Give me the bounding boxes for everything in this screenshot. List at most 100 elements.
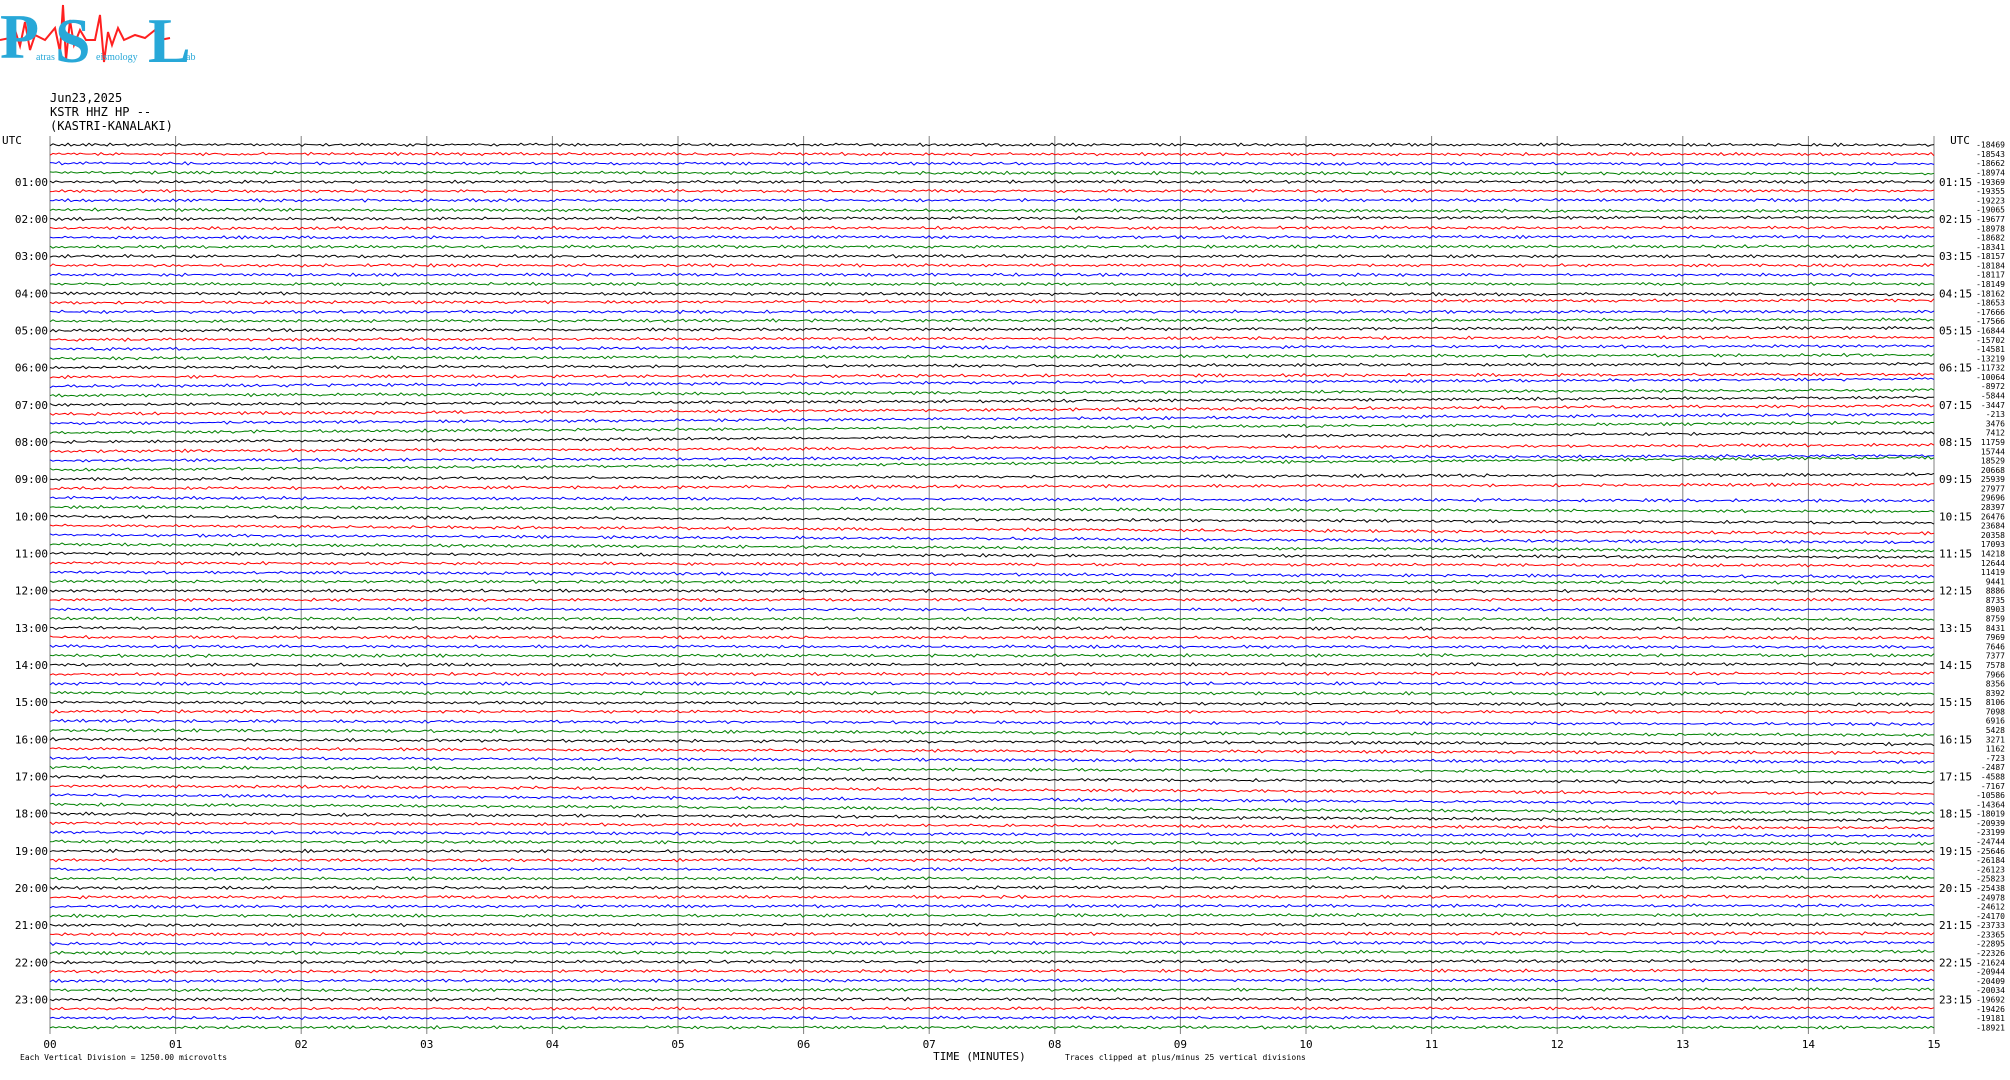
seismic-trace <box>49 514 1935 525</box>
seismic-trace <box>49 774 1935 785</box>
seismic-trace <box>49 597 1935 603</box>
trace-offset-label: 8356 <box>1986 680 2005 689</box>
seismic-trace <box>49 728 1935 738</box>
trace-offset-label: -23733 <box>1976 921 2005 930</box>
seismic-trace <box>49 968 1935 974</box>
seismic-trace <box>49 453 1935 463</box>
trace-offset-label: 8886 <box>1986 587 2005 596</box>
trace-offset-label: 11419 <box>1981 568 2005 577</box>
seismic-trace <box>49 839 1935 846</box>
seismic-trace <box>49 987 1935 993</box>
x-tick-label: 02 <box>295 1038 308 1051</box>
seismic-trace <box>49 848 1935 855</box>
trace-offset-label: -18662 <box>1976 159 2005 168</box>
x-tick-label: 13 <box>1676 1038 1689 1051</box>
trace-offset-label: 27977 <box>1981 484 2005 493</box>
trace-offset-label: -24744 <box>1976 838 2005 847</box>
trace-offset-label: -24170 <box>1976 912 2005 921</box>
trace-offset-label: -23365 <box>1976 930 2005 939</box>
trace-offset-label: -22326 <box>1976 949 2005 958</box>
seismic-trace <box>49 690 1935 696</box>
trace-offset-label: 18529 <box>1981 457 2005 466</box>
hour-label-right: 06:15 <box>1939 362 1972 375</box>
trace-offset-label: -25823 <box>1976 875 2005 884</box>
seismic-trace <box>49 309 1935 315</box>
trace-offset-label: -24612 <box>1976 903 2005 912</box>
trace-offset-label: -19692 <box>1976 995 2005 1004</box>
trace-offset-label: -5844 <box>1981 392 2005 401</box>
seismic-trace <box>49 903 1935 909</box>
seismic-trace <box>49 661 1935 668</box>
seismic-trace <box>49 281 1935 287</box>
seismic-trace <box>49 482 1935 491</box>
seismic-trace <box>49 377 1935 389</box>
seismic-trace <box>49 634 1935 641</box>
seismic-trace <box>49 875 1935 881</box>
x-tick-label: 03 <box>420 1038 433 1051</box>
x-tick-label: 06 <box>797 1038 810 1051</box>
trace-offset-label: 8431 <box>1986 624 2005 633</box>
trace-offset-label: -17566 <box>1976 317 2005 326</box>
trace-offset-label: -4588 <box>1981 772 2005 781</box>
hour-label-left: 11:00 <box>15 547 48 560</box>
seismic-trace <box>49 625 1935 631</box>
seismic-trace <box>49 372 1935 380</box>
hour-label-left: 14:00 <box>15 659 48 672</box>
seismic-trace <box>49 344 1935 352</box>
trace-offset-label: 20358 <box>1981 531 2005 540</box>
x-tick-label: 09 <box>1174 1038 1187 1051</box>
hour-label-right: 04:15 <box>1939 287 1972 300</box>
seismic-trace <box>49 244 1935 250</box>
trace-offset-label: 7966 <box>1986 670 2005 679</box>
trace-offset-label: 17093 <box>1981 540 2005 549</box>
seismic-trace <box>49 958 1935 965</box>
seismic-trace <box>49 412 1935 426</box>
trace-offset-label: -25438 <box>1976 884 2005 893</box>
seismic-trace <box>49 884 1935 891</box>
trace-offset-label: 7969 <box>1986 633 2005 642</box>
hour-label-left: 20:00 <box>15 882 48 895</box>
trace-offset-label: 1162 <box>1986 745 2005 754</box>
seismic-trace <box>49 765 1935 775</box>
trace-offset-label: -20409 <box>1976 977 2005 986</box>
trace-offset-label: 3476 <box>1986 419 2005 428</box>
seismic-trace <box>49 533 1935 545</box>
seismic-trace <box>49 894 1935 900</box>
trace-offset-label: 25939 <box>1981 475 2005 484</box>
hour-label-left: 23:00 <box>15 993 48 1006</box>
seismic-trace <box>49 160 1935 167</box>
trace-offset-label: -213 <box>1986 410 2005 419</box>
trace-offset-label: -2487 <box>1981 763 2005 772</box>
seismic-trace <box>49 225 1935 231</box>
trace-offset-label: -16844 <box>1976 326 2005 335</box>
seismic-trace <box>49 495 1935 503</box>
seismic-trace <box>49 542 1935 553</box>
x-tick-label: 05 <box>671 1038 684 1051</box>
trace-offset-label: -18653 <box>1976 299 2005 308</box>
hour-label-right: 19:15 <box>1939 845 1972 858</box>
trace-offset-label: -22895 <box>1976 940 2005 949</box>
trace-offset-label: -18149 <box>1976 280 2005 289</box>
trace-offset-label: -10064 <box>1976 373 2005 382</box>
seismic-trace <box>49 272 1935 278</box>
seismic-trace <box>49 504 1935 514</box>
hour-label-left: 04:00 <box>15 287 48 300</box>
trace-offset-label: -18019 <box>1976 810 2005 819</box>
seismic-trace <box>49 317 1935 324</box>
seismic-trace <box>49 455 1935 472</box>
trace-offset-label: -24978 <box>1976 893 2005 902</box>
trace-offset-label: -8972 <box>1981 382 2005 391</box>
hour-label-right: 22:15 <box>1939 956 1972 969</box>
hour-label-right: 23:15 <box>1939 993 1972 1006</box>
trace-offset-label: -14581 <box>1976 345 2005 354</box>
trace-offset-label: 3271 <box>1986 735 2005 744</box>
trace-offset-label: 7412 <box>1986 429 2005 438</box>
seismic-trace <box>49 811 1935 823</box>
trace-offset-label: -19355 <box>1976 187 2005 196</box>
hour-label-left: 22:00 <box>15 956 48 969</box>
trace-offset-label: 15744 <box>1981 447 2005 456</box>
trace-offset-label: -17666 <box>1976 308 2005 317</box>
seismic-trace <box>49 551 1935 560</box>
seismic-trace <box>49 821 1935 830</box>
trace-offset-label: 7377 <box>1986 652 2005 661</box>
